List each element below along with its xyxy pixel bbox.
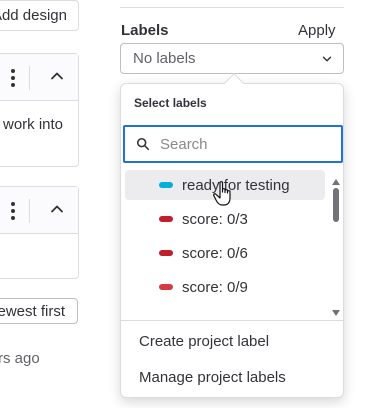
section-divider: [120, 7, 344, 8]
add-design-label: Add design: [0, 7, 67, 24]
sort-order-select[interactable]: Newest first: [0, 298, 78, 324]
label-option[interactable]: score: 0/9: [125, 272, 325, 302]
apply-button[interactable]: Apply: [298, 22, 336, 39]
label-option-name: score: 0/9: [182, 278, 248, 296]
label-list-scrollbar[interactable]: [330, 179, 342, 316]
search-icon: [136, 137, 150, 151]
scroll-down-arrow-icon[interactable]: [332, 310, 340, 316]
timestamp-text: rs ago: [0, 350, 40, 367]
label-search-field[interactable]: [123, 125, 343, 163]
manage-project-labels-button[interactable]: Manage project labels: [139, 369, 286, 386]
design-card-header: [0, 54, 78, 101]
labels-heading: Labels: [121, 22, 169, 39]
divider: [29, 66, 30, 90]
design-card-header: [0, 187, 78, 234]
divider: [29, 199, 30, 223]
label-color-swatch: [159, 250, 173, 256]
design-card-text: work into: [3, 116, 64, 133]
create-project-label-button[interactable]: Create project label: [139, 333, 269, 350]
kebab-menu-icon[interactable]: [7, 67, 19, 89]
sort-order-label: Newest first: [0, 302, 65, 320]
hand-pointer-icon: [213, 181, 231, 206]
design-card: [0, 186, 79, 279]
label-option[interactable]: score: 0/6: [125, 238, 325, 268]
labels-popover: Select labels ready for testing score: 0…: [120, 83, 344, 398]
label-color-swatch: [159, 182, 173, 188]
label-option-name: score: 0/3: [182, 210, 248, 228]
design-card: work into: [0, 53, 79, 167]
chevron-down-icon: [322, 56, 332, 62]
scroll-up-arrow-icon[interactable]: [332, 179, 340, 185]
add-design-button[interactable]: Add design: [0, 0, 79, 31]
scrollbar-thumb[interactable]: [333, 188, 339, 222]
chevron-up-icon[interactable]: [49, 68, 65, 84]
label-color-swatch: [159, 284, 173, 290]
labels-dropdown-toggle[interactable]: No labels: [120, 43, 344, 74]
popover-title: Select labels: [134, 96, 207, 110]
kebab-menu-icon[interactable]: [7, 200, 19, 222]
label-color-swatch: [159, 216, 173, 222]
label-option[interactable]: score: 0/3: [125, 204, 325, 234]
labels-dropdown-value: No labels: [133, 50, 196, 67]
popover-footer-divider: [121, 320, 343, 321]
label-option-name: score: 0/6: [182, 244, 248, 262]
chevron-up-icon[interactable]: [49, 201, 65, 217]
search-input[interactable]: [160, 135, 330, 153]
